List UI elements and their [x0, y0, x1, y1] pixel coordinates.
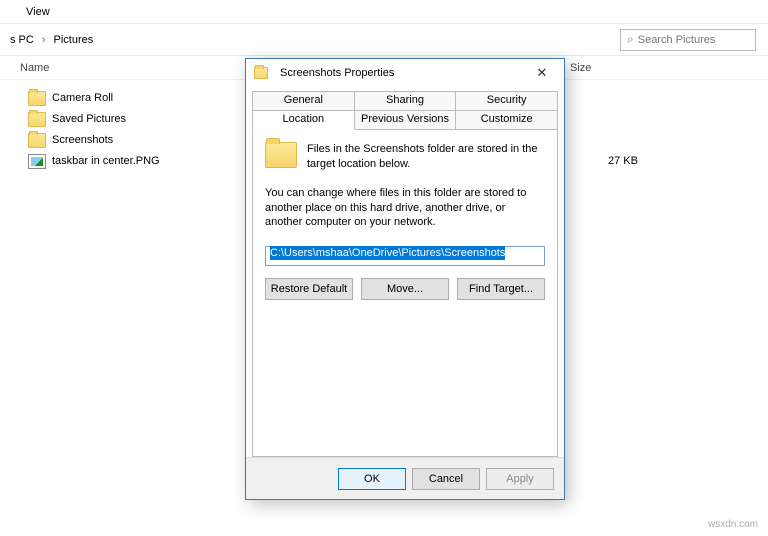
tab-security[interactable]: Security — [456, 91, 558, 111]
tab-row-2: Location Previous Versions Customize — [252, 110, 558, 130]
chevron-right-icon: › — [38, 34, 50, 46]
location-description-1: Files in the Screenshots folder are stor… — [307, 142, 545, 172]
find-target-button[interactable]: Find Target... — [457, 278, 545, 300]
breadcrumb-pictures[interactable]: Pictures — [50, 34, 98, 46]
file-name: taskbar in center.PNG — [52, 155, 160, 167]
location-path-input[interactable]: C:\Users\mshaa\OneDrive\Pictures\Screens… — [265, 246, 545, 266]
move-button[interactable]: Move... — [361, 278, 449, 300]
tab-customize[interactable]: Customize — [456, 110, 558, 130]
tab-sharing[interactable]: Sharing — [355, 91, 457, 111]
ok-button[interactable]: OK — [338, 468, 406, 490]
column-size[interactable]: Size — [570, 62, 630, 74]
tab-row-1: General Sharing Security — [252, 91, 558, 111]
file-name: Camera Roll — [52, 92, 113, 104]
breadcrumb[interactable]: s PC › Pictures — [6, 34, 97, 46]
close-button[interactable]: ✕ — [528, 63, 556, 83]
apply-button[interactable]: Apply — [486, 468, 554, 490]
image-file-icon — [28, 154, 46, 169]
properties-dialog: Screenshots Properties ✕ General Sharing… — [245, 58, 565, 500]
folder-large-icon — [265, 142, 297, 168]
tab-location[interactable]: Location — [252, 110, 355, 130]
search-box[interactable]: ⌕ — [620, 29, 756, 51]
restore-default-button[interactable]: Restore Default — [265, 278, 353, 300]
close-icon: ✕ — [537, 65, 548, 81]
tab-content: Files in the Screenshots folder are stor… — [252, 130, 558, 457]
file-size: 27 KB — [608, 155, 638, 167]
search-icon: ⌕ — [627, 32, 634, 47]
menubar: View — [0, 0, 768, 24]
location-description-2: You can change where files in this folde… — [265, 186, 545, 231]
address-bar: s PC › Pictures ⌕ — [0, 24, 768, 56]
breadcrumb-pc[interactable]: s PC — [6, 34, 38, 46]
folder-icon — [28, 91, 46, 106]
folder-icon — [28, 133, 46, 148]
dialog-titlebar[interactable]: Screenshots Properties ✕ — [246, 59, 564, 87]
dialog-title: Screenshots Properties — [280, 67, 394, 79]
menu-view[interactable]: View — [18, 4, 58, 20]
folder-icon — [254, 67, 268, 79]
watermark: wsxdn.com — [708, 519, 758, 530]
file-name: Screenshots — [52, 134, 113, 146]
cancel-button[interactable]: Cancel — [412, 468, 480, 490]
path-text-selected: C:\Users\mshaa\OneDrive\Pictures\Screens… — [270, 246, 505, 260]
file-name: Saved Pictures — [52, 113, 126, 125]
folder-icon — [28, 112, 46, 127]
dialog-footer: OK Cancel Apply — [246, 457, 564, 499]
search-input[interactable] — [638, 34, 749, 46]
tab-general[interactable]: General — [252, 91, 355, 111]
tab-previous-versions[interactable]: Previous Versions — [355, 110, 457, 130]
